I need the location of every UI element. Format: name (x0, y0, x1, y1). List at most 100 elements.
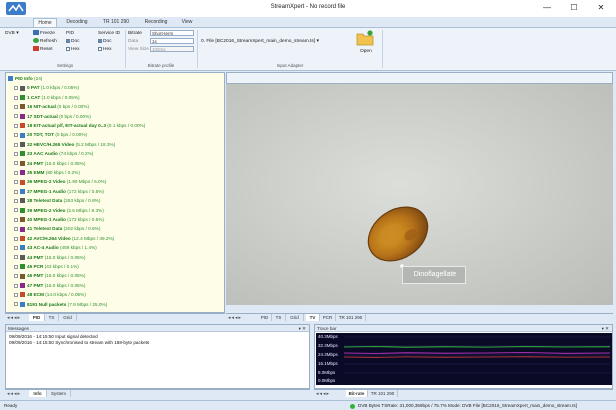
refresh-button[interactable]: Refresh (33, 38, 57, 45)
tree-item[interactable]: 1 CAT (1.0 kbps / 0.05%) (14, 94, 80, 101)
expand-icon[interactable] (14, 283, 18, 288)
messages-panel: Messages ▾ ✕ 09/09/2016 - 14:15:50 Input… (5, 324, 310, 389)
expand-icon[interactable] (14, 274, 18, 279)
tab-home[interactable]: Home (33, 18, 57, 27)
expand-icon[interactable] (14, 302, 18, 307)
tree-item[interactable]: 48 ECM (14.0 kbps / 0.05%) (14, 291, 86, 298)
expand-icon[interactable] (14, 180, 18, 185)
close-button[interactable]: ✕ (590, 2, 612, 14)
tree-item[interactable]: 20 TDT, TOT (0 bps / 0.00%) (14, 131, 87, 138)
pid-rate: (172 kbps / 0.5%) (67, 217, 104, 222)
group-input-label: Input Adapter (276, 63, 304, 68)
tree-item[interactable]: 34 PMT (15.0 kbps / 0.05%) (14, 160, 85, 167)
expand-icon[interactable] (14, 161, 18, 166)
reset-button[interactable]: Reset (33, 46, 53, 53)
sid-hex-label: Hex (103, 47, 112, 52)
tree-item[interactable]: 0 PAT (1.0 kbps / 0.05%) (14, 84, 79, 91)
expand-icon[interactable] (14, 86, 18, 91)
tree-item[interactable]: 39 MPEG-2 Video (2.6 Mbps / 8.3%) (14, 207, 104, 214)
video-tab-grid[interactable]: Grid (286, 314, 304, 321)
video-caption-box: Dinoflagellate (402, 266, 466, 284)
messages-tab-system[interactable]: System (47, 390, 71, 397)
tree-item[interactable]: 44 PMT (15.0 kbps / 0.05%) (14, 254, 85, 261)
tree-item[interactable]: 8191 Null packets (7.9 Mbps / 25.0%) (14, 301, 107, 308)
view-size-select[interactable]: 100ms (150, 46, 194, 52)
open-folder-icon[interactable] (356, 30, 374, 46)
tree-item[interactable]: 42 AVC/H.264 Video (12.4 Mbps / 39.2%) (14, 235, 114, 242)
tree-item[interactable]: 41 Teletext Data (202 kbps / 0.6%) (14, 225, 100, 232)
trace-tab-tr101290[interactable]: TR 101 290 (368, 390, 398, 397)
minimize-button[interactable]: — (536, 2, 558, 14)
video-tab-ts[interactable]: TS (272, 314, 286, 321)
expand-icon[interactable] (14, 95, 18, 100)
trace-y-label: 40.3Mbps (318, 334, 338, 339)
tab-decoding[interactable]: Decoding (60, 18, 94, 27)
pid-type-icon (20, 132, 25, 138)
trace-tab-bitrate[interactable]: Bit-rate (346, 390, 368, 397)
expand-icon[interactable] (14, 198, 18, 203)
sid-hex-checkbox[interactable]: Hex (98, 46, 112, 53)
file-input-label: 0. File [BC2016_StreamXpert_main_demo_st… (201, 39, 316, 44)
tree-tab-pid[interactable]: PID (29, 314, 45, 321)
tree-item[interactable]: 17 SDT-actual (0 bps / 0.00%) (14, 113, 91, 120)
expand-icon[interactable] (14, 236, 18, 241)
dvb-dropdown[interactable]: DVB ▾ (5, 30, 19, 37)
tree-item[interactable]: 32 HEVC/H.265 Video (5.2 Mbps / 18.3%) (14, 141, 115, 148)
expand-icon[interactable] (14, 292, 18, 297)
tree-item[interactable]: 33 AAC Audio (74 kbps / 0.2%) (14, 150, 93, 157)
tab-nav-arrows[interactable]: ◂◂◂▸ (316, 391, 330, 397)
tree-item[interactable]: 37 MPEG-1 Audio (172 kbps / 0.5%) (14, 188, 104, 195)
video-tab-tv[interactable]: TV (306, 314, 320, 321)
expand-icon[interactable] (14, 227, 18, 232)
message-line: 09/09/2016 - 14:15:50 Synchronised to st… (9, 340, 150, 345)
freeze-button[interactable]: Freeze (33, 30, 55, 37)
video-tab-tr101290[interactable]: TR 101 290 (336, 314, 366, 321)
tree-item[interactable]: 46 PMT (15.0 kbps / 0.05%) (14, 272, 85, 279)
open-button[interactable]: Open (360, 48, 372, 55)
tree-item[interactable]: 45 PCR (43 kbps / 0.1%) (14, 263, 79, 270)
maximize-button[interactable]: ☐ (563, 2, 585, 14)
expand-icon[interactable] (14, 151, 18, 156)
expand-icon[interactable] (14, 189, 18, 194)
tab-view[interactable]: View (176, 18, 198, 27)
tab-recording[interactable]: Recording (138, 18, 174, 27)
tab-tr101290[interactable]: TR 101 290 (98, 18, 134, 27)
video-tab-pid[interactable]: PID (258, 314, 272, 321)
expand-icon[interactable] (14, 255, 18, 260)
tree-item[interactable]: 18 EIT-actual p/f, EIT-actual day 0..3 (… (14, 122, 145, 129)
expand-icon[interactable] (14, 142, 18, 147)
tab-nav-arrows[interactable]: ◂◂◂▸ (228, 315, 242, 321)
tree-item[interactable]: 36 MPEG-2 Video (1.90 Mbps / 6.0%) (14, 178, 106, 185)
tree-item[interactable]: 40 MPEG-1 Audio (172 kbps / 0.5%) (14, 216, 104, 223)
tree-tab-ts[interactable]: TS (45, 314, 59, 321)
expand-icon[interactable] (14, 217, 18, 222)
tree-item[interactable]: 38 Teletext Data (263 kbps / 0.8%) (14, 197, 100, 204)
expand-icon[interactable] (14, 208, 18, 213)
tree-item[interactable]: 16 NIT-actual (0 bps / 0.00%) (14, 103, 89, 110)
expand-icon[interactable] (14, 104, 18, 109)
tree-item[interactable]: 43 AC-4 Audio (459 kbps / 1.4%) (14, 244, 97, 251)
expand-icon[interactable] (14, 245, 18, 250)
expand-icon[interactable] (14, 123, 18, 128)
messages-tab-info[interactable]: Info (29, 390, 47, 397)
tree-item[interactable]: 35 EMM (80 kbps / 0.2%) (14, 169, 80, 176)
expand-icon[interactable] (14, 133, 18, 138)
tree-item[interactable]: 47 PMT (15.0 kbps / 0.05%) (14, 282, 85, 289)
panel-controls[interactable]: ▾ ✕ (299, 325, 306, 332)
tab-nav-arrows[interactable]: ◂◂◂▸ (7, 391, 21, 397)
bitrate-select[interactable]: Short-term (150, 30, 194, 36)
video-tab-pcr[interactable]: PCR (320, 314, 336, 321)
tree-tab-grid[interactable]: Grid (59, 314, 77, 321)
expand-icon[interactable] (14, 114, 18, 119)
pid-hex-checkbox[interactable]: Hex (66, 46, 80, 53)
tab-nav-arrows[interactable]: ◂◂◂▸ (7, 315, 21, 321)
expand-icon[interactable] (14, 264, 18, 269)
data-select[interactable]: 1s (150, 38, 194, 44)
expand-icon[interactable] (14, 170, 18, 175)
file-input-selector[interactable]: 0. File [BC2016_StreamXpert_main_demo_st… (201, 38, 355, 45)
panel-controls[interactable]: ▾ ✕ (602, 325, 609, 332)
sid-doc-checkbox[interactable]: Doc (98, 38, 112, 45)
tree-root-item[interactable]: PID Info (24) (8, 75, 42, 82)
pid-type-icon (20, 142, 25, 148)
pid-doc-checkbox[interactable]: Doc (66, 38, 80, 45)
